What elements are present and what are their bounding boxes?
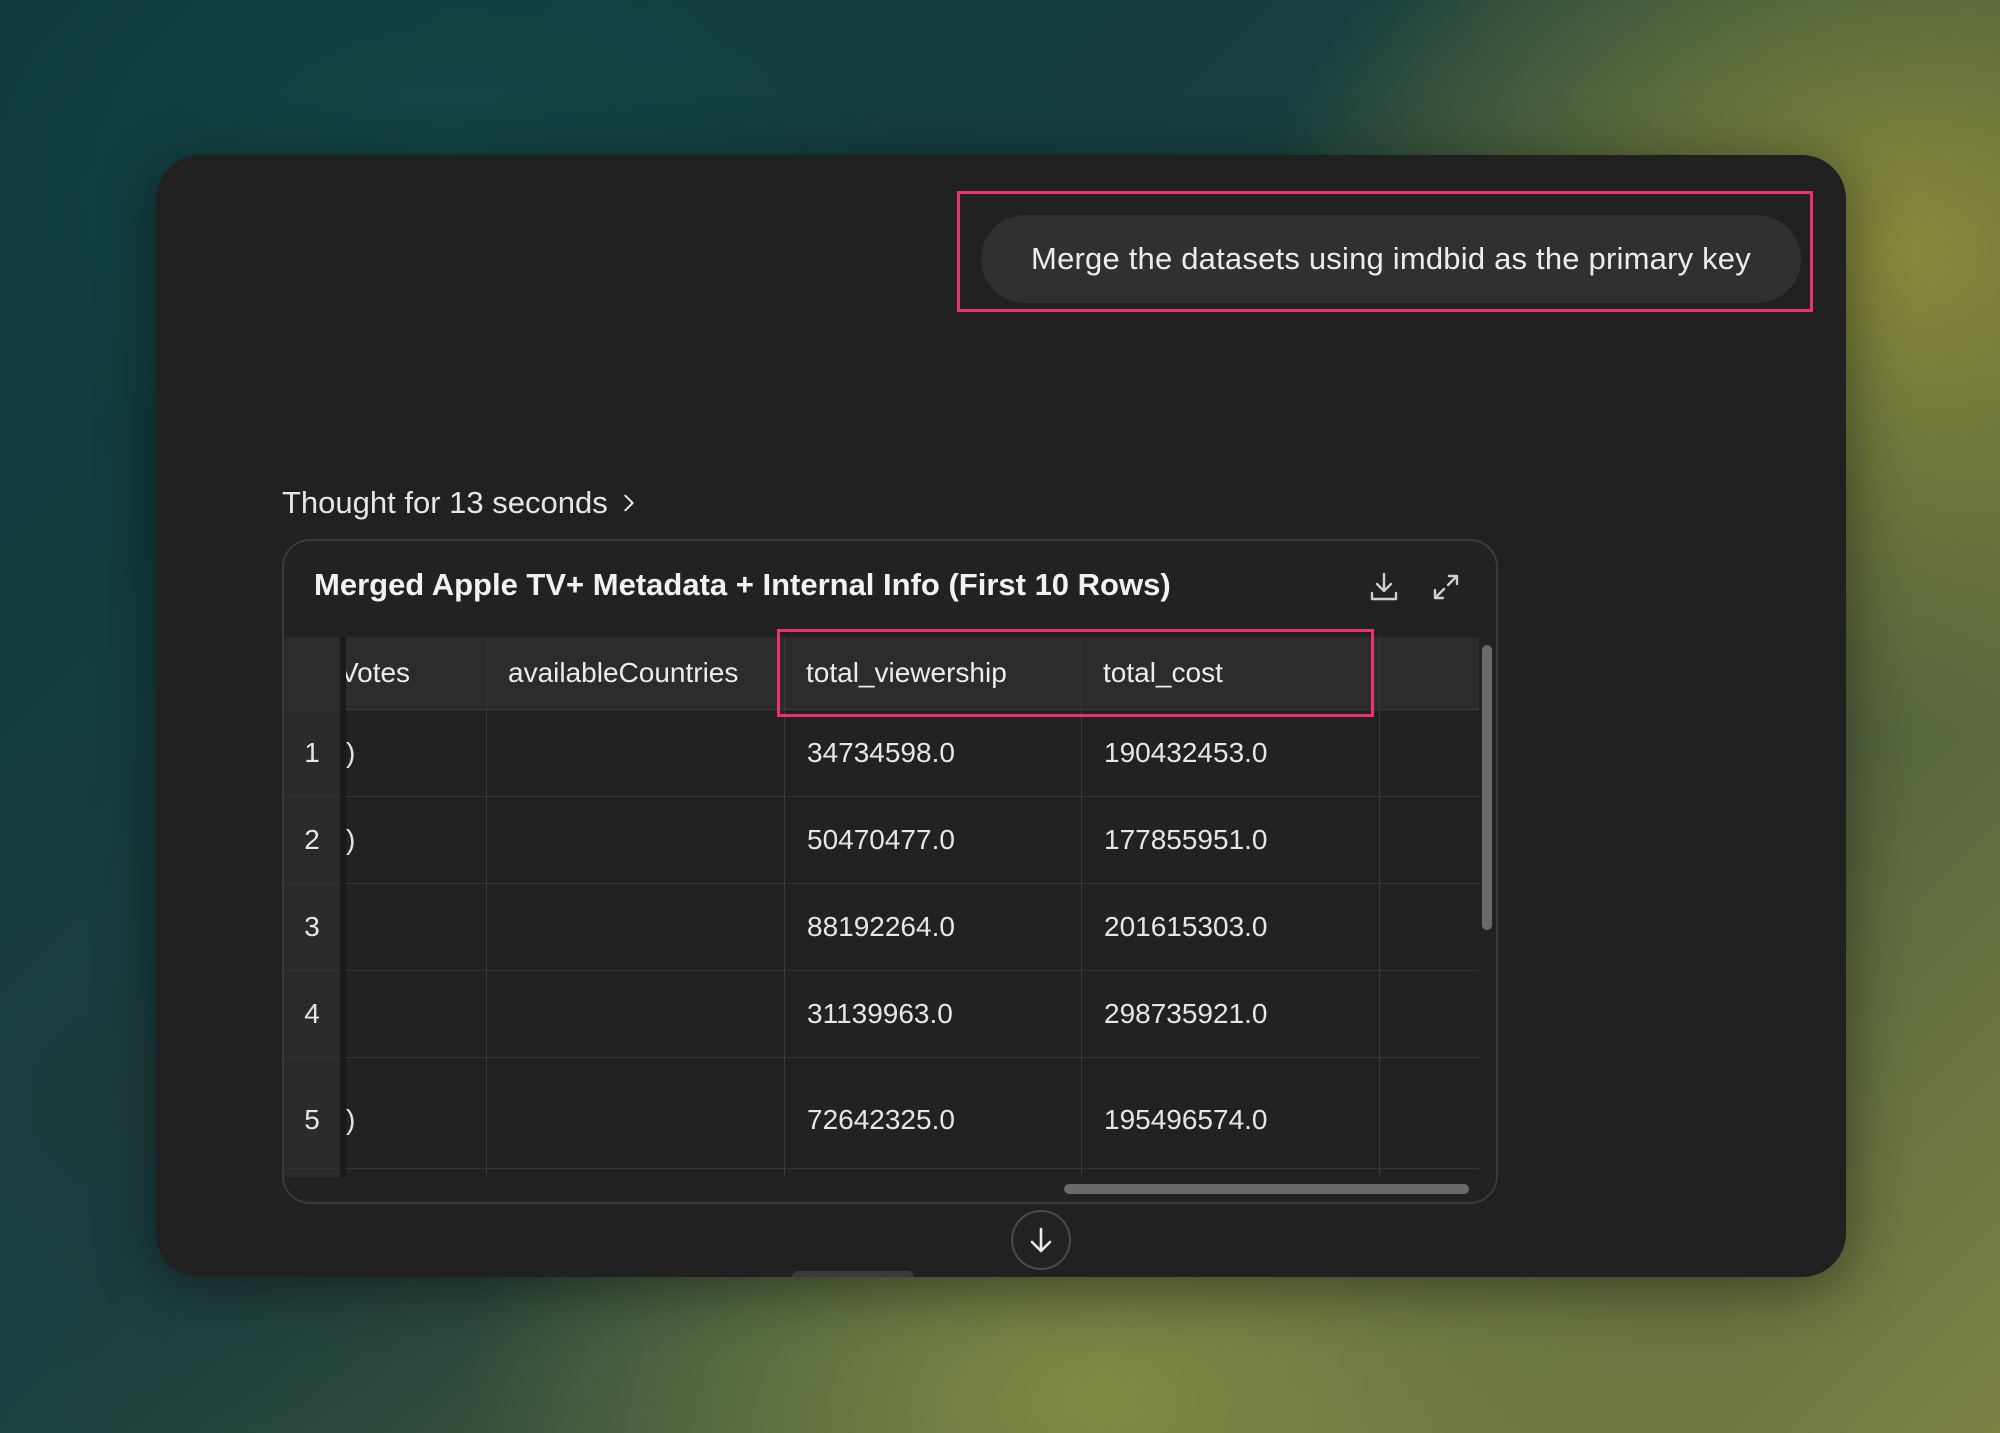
expand-icon <box>1433 574 1459 600</box>
table-cell-total-cost: 190432453.0 <box>1104 737 1268 768</box>
index-column-shadow <box>340 637 346 1177</box>
table-cell-total-cost: 201615303.0 <box>1104 911 1268 942</box>
grid-header-row: Votes availableCountries total_viewershi… <box>284 637 1479 710</box>
column-divider <box>1081 637 1082 1177</box>
row-divider <box>284 970 1479 971</box>
table-cell-total-viewership: 72642325.0 <box>807 1104 955 1135</box>
row-index: 5 <box>304 1104 320 1135</box>
row-index: 2 <box>304 824 320 855</box>
download-button[interactable] <box>1364 567 1404 607</box>
column-header-label: availableCountries <box>508 657 739 688</box>
table-title: Merged Apple TV+ Metadata + Internal Inf… <box>314 567 1171 602</box>
table-cell-votes: ) <box>346 824 356 855</box>
column-header-label: total_cost <box>1103 657 1223 688</box>
user-message-text: Merge the datasets using imdbid as the p… <box>1031 241 1751 276</box>
thought-toggle[interactable]: Thought for 13 seconds <box>282 485 640 521</box>
chat-window: Merge the datasets using imdbid as the p… <box>156 155 1846 1277</box>
column-divider <box>1379 637 1380 1177</box>
horizontal-scrollbar-thumb[interactable] <box>1064 1184 1469 1194</box>
row-divider <box>284 1057 1479 1058</box>
table-cell-votes: ) <box>346 1104 356 1135</box>
row-divider <box>284 883 1479 884</box>
vertical-scrollbar-thumb[interactable] <box>1482 645 1492 930</box>
thought-label: Thought for 13 seconds <box>282 485 608 520</box>
row-index: 3 <box>304 911 320 942</box>
download-icon <box>1370 572 1398 601</box>
table-cell-total-viewership: 34734598.0 <box>807 737 955 768</box>
data-grid[interactable]: Votes availableCountries total_viewershi… <box>284 637 1496 1177</box>
scroll-to-bottom-button[interactable] <box>1011 1210 1071 1270</box>
column-divider <box>784 637 785 1177</box>
chevron-right-icon <box>624 494 634 512</box>
user-message-bubble: Merge the datasets using imdbid as the p… <box>981 215 1801 303</box>
assistant-response-preview <box>282 1267 1162 1277</box>
table-cell-total-viewership: 31139963.0 <box>807 998 953 1029</box>
column-header-label: total_viewership <box>806 657 1007 688</box>
table-card: Merged Apple TV+ Metadata + Internal Inf… <box>282 539 1498 1204</box>
row-divider <box>284 1168 1479 1169</box>
row-index: 4 <box>304 998 320 1029</box>
column-header-total-viewership[interactable]: total_viewership <box>784 637 1081 709</box>
table-cell-total-viewership: 50470477.0 <box>807 824 955 855</box>
table-cell-votes: ) <box>346 737 356 768</box>
table-cell-total-cost: 195496574.0 <box>1104 1104 1268 1135</box>
column-header-label: Votes <box>340 657 411 688</box>
table-cell-total-viewership: 88192264.0 <box>807 911 955 942</box>
row-divider <box>284 796 1479 797</box>
column-header-availablecountries[interactable]: availableCountries <box>486 637 784 709</box>
column-divider <box>486 637 487 1177</box>
table-cell-total-cost: 298735921.0 <box>1104 998 1268 1029</box>
column-header-total-cost[interactable]: total_cost <box>1081 637 1379 709</box>
expand-button[interactable] <box>1426 567 1466 607</box>
table-cell-total-cost: 177855951.0 <box>1104 824 1268 855</box>
arrow-down-icon <box>1030 1227 1052 1253</box>
row-index: 1 <box>304 737 320 768</box>
